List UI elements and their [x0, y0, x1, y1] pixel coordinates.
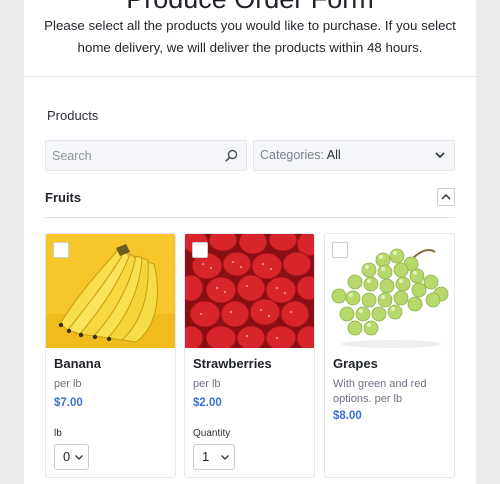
product-name: Grapes [333, 356, 378, 371]
select-checkbox-grapes[interactable] [332, 242, 348, 258]
product-price: $8.00 [333, 410, 362, 422]
category-select-value: All [326, 148, 341, 162]
header-divider [24, 76, 476, 77]
form-title: Produce Order Form [24, 0, 476, 14]
quantity-select-banana[interactable]: 0 [54, 444, 89, 470]
category-select[interactable]: Categories: All [253, 140, 455, 171]
quantity-select-strawberries[interactable]: 1 [193, 444, 235, 470]
chevron-down-icon [221, 455, 229, 460]
group-title: Fruits [45, 190, 82, 205]
products-label: Products [47, 108, 99, 123]
category-select-label: Categories: [260, 148, 324, 162]
product-price: $2.00 [193, 397, 222, 409]
select-checkbox-strawberries[interactable] [192, 242, 208, 258]
product-subtitle: per lb [193, 378, 221, 390]
quantity-value: 0 [63, 449, 71, 464]
order-form-card: Produce Order Form Please select all the… [24, 0, 476, 484]
product-name: Strawberries [193, 356, 272, 371]
product-name: Banana [54, 356, 101, 371]
quantity-value: 1 [202, 449, 210, 464]
group-divider [45, 217, 455, 218]
quantity-label: lb [54, 428, 62, 439]
product-subtitle: per lb [54, 378, 82, 390]
chevron-down-icon [435, 152, 445, 159]
search-box[interactable] [45, 140, 247, 171]
product-card-strawberries[interactable]: Strawberries per lb $2.00 Quantity 1 [184, 233, 315, 478]
product-card-banana[interactable]: Banana per lb $7.00 lb 0 [45, 233, 176, 478]
chevron-up-icon [441, 193, 451, 200]
form-description: Please select all the products you would… [44, 18, 456, 55]
collapse-group-button[interactable] [437, 188, 455, 206]
chevron-down-icon [75, 455, 83, 460]
product-price: $7.00 [54, 397, 83, 409]
search-icon[interactable] [225, 149, 238, 162]
search-input[interactable] [46, 141, 216, 170]
product-subtitle: With green and red options. per lb [333, 378, 427, 405]
quantity-label: Quantity [193, 428, 231, 439]
select-checkbox-banana[interactable] [53, 242, 69, 258]
product-card-grapes[interactable]: Grapes With green and red options. per l… [324, 233, 455, 478]
